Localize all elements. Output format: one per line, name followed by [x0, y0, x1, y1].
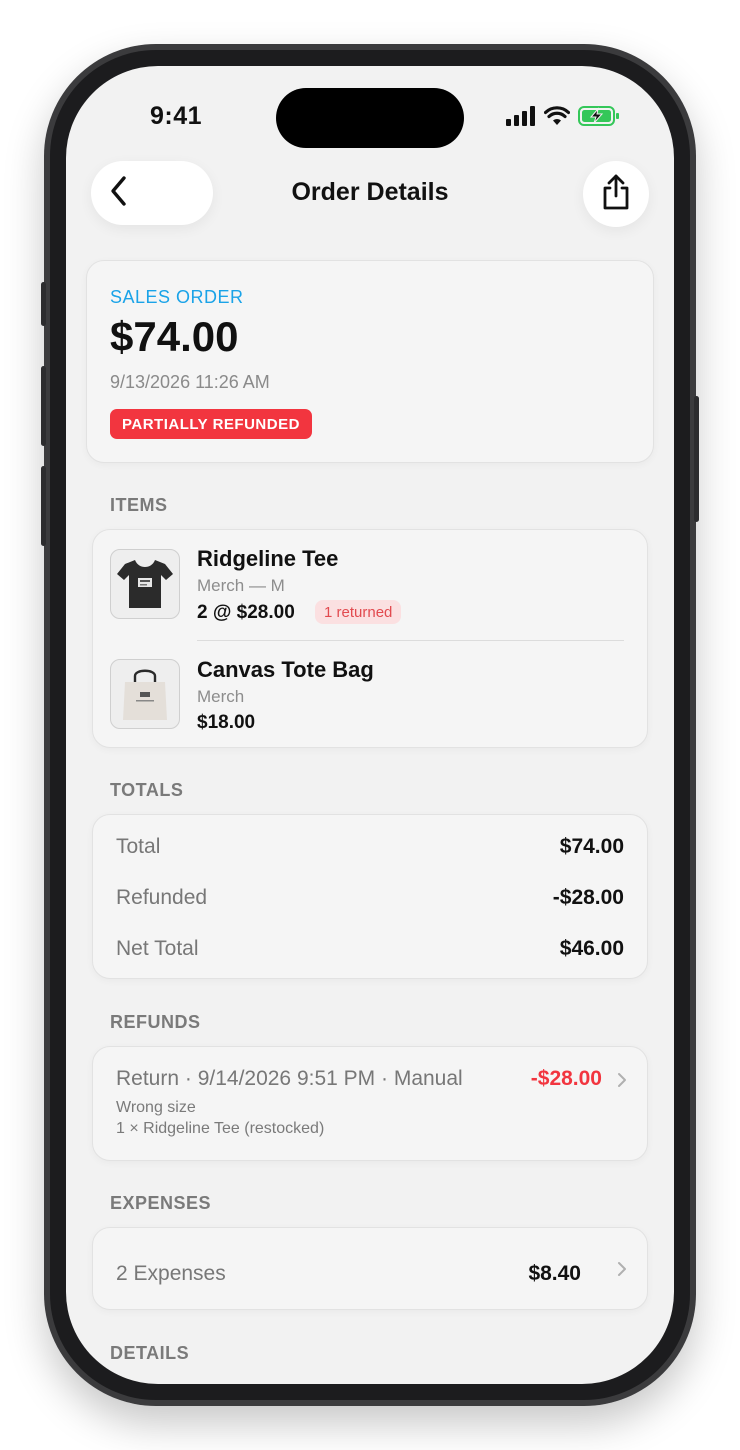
status-icons: [506, 106, 620, 131]
expenses-summary-value: $8.40: [528, 1262, 581, 1285]
refunded-value: -$28.00: [552, 886, 624, 909]
item-name: Canvas Tote Bag: [197, 657, 374, 682]
order-type-label: SALES ORDER: [110, 287, 244, 307]
items-section-label: ITEMS: [110, 495, 168, 515]
item-name: Ridgeline Tee: [197, 546, 339, 571]
dynamic-island: [276, 88, 464, 148]
details-section-label: DETAILS: [110, 1343, 190, 1363]
refund-reason: Wrong size: [116, 1099, 196, 1116]
battery-charging-icon: [578, 106, 620, 131]
totals-section-label: TOTALS: [110, 780, 184, 800]
status-badge: PARTIALLY REFUNDED: [110, 409, 312, 439]
chevron-right-icon: [617, 1261, 627, 1282]
totals-card: Total $74.00 Refunded -$28.00 Net Total …: [92, 814, 648, 979]
refund-title: Return · 9/14/2026 9:51 PM · Manual: [116, 1067, 463, 1090]
order-amount: $74.00: [110, 313, 239, 360]
chevron-right-icon: [617, 1072, 627, 1093]
item-price: 2 @ $28.00: [197, 602, 295, 623]
volume-down-button: [41, 466, 46, 546]
volume-up-button: [41, 366, 46, 446]
item-price: $18.00: [197, 712, 256, 733]
cellular-signal-icon: [506, 106, 536, 131]
refund-detail: 1 × Ridgeline Tee (restocked): [116, 1120, 325, 1137]
screen: 9:41 Order Details SALES ORDER $74.00 9/…: [66, 66, 674, 1384]
items-card: Ridgeline Tee Merch — M 2 @ $28.00 1 ret…: [92, 529, 648, 748]
wifi-icon: [543, 106, 571, 131]
total-value: $74.00: [559, 835, 624, 858]
item-thumbnail: [110, 549, 180, 619]
share-icon: [599, 173, 633, 216]
power-button: [694, 396, 699, 522]
expenses-section-label: EXPENSES: [110, 1193, 212, 1213]
expenses-summary-label: 2 Expenses: [116, 1262, 226, 1285]
net-total-value: $46.00: [559, 937, 624, 960]
action-button: [41, 282, 46, 326]
refund-amount: -$28.00: [530, 1067, 602, 1090]
total-label: Total: [116, 835, 161, 858]
item-variant: Merch — M: [197, 576, 285, 595]
share-button[interactable]: [583, 161, 649, 227]
order-summary-card: SALES ORDER $74.00 9/13/2026 11:26 AM PA…: [86, 260, 654, 463]
tshirt-icon: [111, 560, 179, 618]
order-date: 9/13/2026 11:26 AM: [110, 372, 270, 392]
tote-bag-icon: [111, 669, 179, 728]
returned-badge: 1 returned: [315, 600, 402, 624]
status-time: 9:41: [150, 102, 203, 130]
net-total-label: Net Total: [116, 937, 199, 960]
item-divider: [197, 640, 624, 641]
refunds-section-label: REFUNDS: [110, 1012, 201, 1032]
refund-row[interactable]: Return · 9/14/2026 9:51 PM · Manual -$28…: [92, 1046, 648, 1161]
refunded-label: Refunded: [116, 886, 208, 909]
item-variant: Merch: [197, 687, 245, 706]
item-thumbnail: [110, 659, 180, 729]
expenses-row[interactable]: 2 Expenses $8.40: [92, 1227, 648, 1310]
